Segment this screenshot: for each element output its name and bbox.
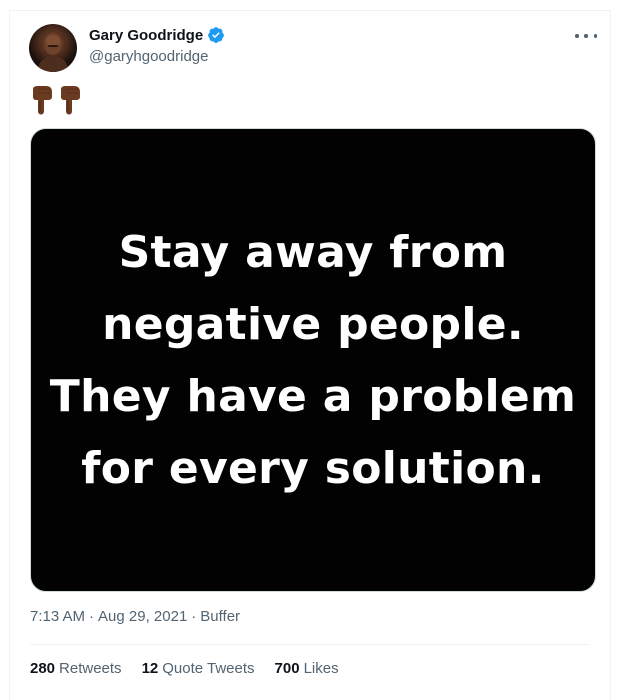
quote-line: for every solution. — [81, 443, 545, 494]
more-dot-icon — [575, 34, 579, 38]
meta-separator: · — [191, 608, 197, 625]
meta-separator: · — [89, 608, 95, 625]
profile-photo-icon — [37, 33, 69, 72]
tweet-date[interactable]: Aug 29, 2021 — [98, 608, 187, 625]
quote-line: Stay away from — [118, 227, 508, 278]
pointing-down-hand-icon — [30, 85, 54, 115]
quote-line: They have a problem — [49, 371, 577, 422]
avatar[interactable] — [29, 24, 77, 72]
quote-tweets-label: Quote Tweets — [162, 660, 255, 677]
tweet-text — [30, 85, 82, 115]
image-quote-text: Stay away from negative people. They hav… — [50, 217, 576, 505]
more-options-button[interactable] — [575, 26, 597, 46]
retweets-count: 280 — [30, 660, 56, 677]
more-dot-icon — [584, 34, 588, 38]
tweet-card: Gary Goodridge @garyhgoodridge Stay away… — [9, 10, 611, 700]
quote-tweets-count: 12 — [141, 660, 159, 677]
likes-count: 700 — [274, 660, 300, 677]
quote-line: negative people. — [102, 299, 524, 350]
likes-stat[interactable]: 700 Likes — [275, 660, 339, 677]
author-display-name[interactable]: Gary Goodridge — [89, 27, 203, 44]
retweets-label: Retweets — [59, 660, 122, 677]
divider — [30, 644, 590, 645]
likes-label: Likes — [303, 660, 339, 677]
engagement-stats: 280 Retweets 12 Quote Tweets 700 Likes — [30, 660, 339, 677]
tweet-image[interactable]: Stay away from negative people. They hav… — [30, 128, 596, 592]
author-handle[interactable]: @garyhgoodridge — [89, 48, 208, 65]
pointing-down-hand-icon — [58, 85, 82, 115]
verified-badge-icon — [207, 26, 225, 44]
tweet-source[interactable]: Buffer — [200, 608, 240, 625]
retweets-stat[interactable]: 280 Retweets — [30, 660, 122, 677]
tweet-time[interactable]: 7:13 AM — [30, 608, 85, 625]
tweet-metadata: 7:13 AM · Aug 29, 2021 · Buffer — [30, 608, 240, 625]
quote-tweets-stat[interactable]: 12 Quote Tweets — [142, 660, 255, 677]
more-dot-icon — [593, 34, 597, 38]
